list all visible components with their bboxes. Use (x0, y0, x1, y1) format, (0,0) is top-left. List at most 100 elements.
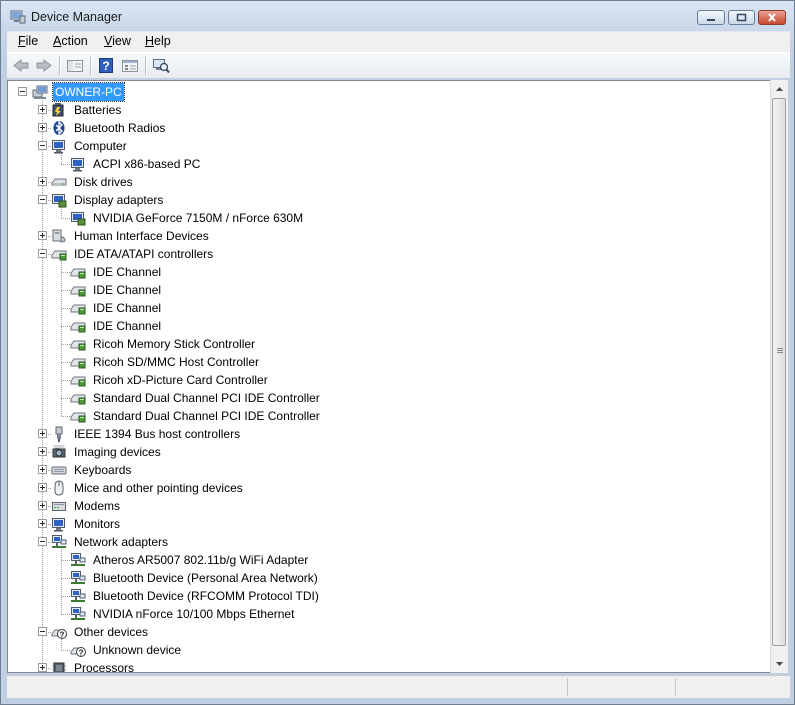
device-unknown-device[interactable]: ? Unknown device (8, 641, 768, 659)
maximize-icon (736, 13, 747, 22)
plus-icon (40, 503, 45, 508)
scroll-down-arrow-icon[interactable] (771, 656, 788, 672)
controller-icon (70, 268, 86, 279)
forward-arrow-icon[interactable] (35, 57, 53, 74)
minus-icon (40, 631, 45, 632)
expand-toggle[interactable] (38, 663, 47, 672)
menu-view[interactable]: View (104, 34, 131, 48)
category-processors[interactable]: Processors (8, 659, 768, 672)
tree-connector-horizontal (61, 344, 70, 345)
device-bluetooth-device-personal-area-network[interactable]: Bluetooth Device (Personal Area Network) (8, 569, 768, 587)
category-batteries[interactable]: Batteries (8, 101, 768, 119)
tree-connector-horizontal (61, 398, 70, 399)
category-network-adapters[interactable]: Network adapters (8, 533, 768, 551)
tree-item-label: Standard Dual Channel PCI IDE Controller (93, 409, 320, 423)
show-hide-console-tree-icon[interactable] (66, 57, 84, 74)
collapse-toggle[interactable] (18, 87, 27, 96)
category-disk-drives[interactable]: Disk drives (8, 173, 768, 191)
controller-icon (70, 394, 86, 405)
device-nvidia-nforce-10-100-mbps-ethernet[interactable]: NVIDIA nForce 10/100 Mbps Ethernet (8, 605, 768, 623)
device-standard-dual-channel-pci-ide-controller[interactable]: Standard Dual Channel PCI IDE Controller (8, 407, 768, 425)
device-ide-channel[interactable]: IDE Channel (8, 281, 768, 299)
category-imaging-devices[interactable]: Imaging devices (8, 443, 768, 461)
properties-icon[interactable] (121, 57, 139, 74)
scroll-up-arrow-icon[interactable] (771, 81, 788, 97)
tree-item-label: Other devices (74, 625, 149, 639)
menu-help[interactable]: Help (145, 34, 171, 48)
category-ide-ata-atapi-controllers[interactable]: IDE ATA/ATAPI controllers (8, 245, 768, 263)
vertical-scrollbar[interactable] (770, 80, 788, 673)
toolbar-separator (145, 56, 147, 75)
tree-item-label: NVIDIA nForce 10/100 Mbps Ethernet (93, 607, 295, 621)
expand-toggle[interactable] (38, 123, 47, 132)
expand-toggle[interactable] (38, 105, 47, 114)
scrollbar-thumb[interactable] (772, 98, 786, 646)
device-standard-dual-channel-pci-ide-controller[interactable]: Standard Dual Channel PCI IDE Controller (8, 389, 768, 407)
category-human-interface-devices[interactable]: Human Interface Devices (8, 227, 768, 245)
minus-icon (40, 145, 45, 146)
expand-toggle[interactable] (38, 465, 47, 474)
category-monitors[interactable]: Monitors (8, 515, 768, 533)
menu-action[interactable]: Action (53, 34, 88, 48)
device-ide-channel[interactable]: IDE Channel (8, 299, 768, 317)
expand-toggle[interactable] (38, 231, 47, 240)
tree-item-label: Monitors (74, 517, 121, 531)
device-ricoh-xd-picture-card-controller[interactable]: Ricoh xD-Picture Card Controller (8, 371, 768, 389)
tree-item-label: IDE Channel (93, 283, 162, 297)
expand-toggle[interactable] (38, 519, 47, 528)
tree-item-label: Keyboards (74, 463, 132, 477)
expand-toggle[interactable] (38, 429, 47, 438)
category-modems[interactable]: Modems (8, 497, 768, 515)
menu-file[interactable]: File (18, 34, 38, 48)
unknown-device-icon: ? (51, 629, 67, 640)
category-mice-and-other-pointing-devices[interactable]: Mice and other pointing devices (8, 479, 768, 497)
status-pane (567, 678, 676, 696)
device-tree[interactable]: OWNER-PC Batteries Bluetooth Radios Compute… (7, 80, 771, 673)
help-icon[interactable]: ? (97, 57, 115, 74)
hid-icon (52, 229, 66, 243)
device-acpi-x86-based-pc[interactable]: ACPI x86-based PC (8, 155, 768, 173)
expand-toggle[interactable] (38, 483, 47, 492)
category-display-adapters[interactable]: Display adapters (8, 191, 768, 209)
computer-icon (32, 85, 48, 99)
collapse-toggle[interactable] (38, 249, 47, 258)
plus-icon (40, 107, 45, 112)
collapse-toggle[interactable] (38, 627, 47, 636)
device-ide-channel[interactable]: IDE Channel (8, 317, 768, 335)
title-bar[interactable]: Device Manager (1, 1, 794, 31)
device-ricoh-sd-mmc-host-controller[interactable]: Ricoh SD/MMC Host Controller (8, 353, 768, 371)
scan-hardware-changes-icon[interactable] (152, 57, 170, 74)
monitor-icon (71, 158, 84, 172)
back-arrow-icon[interactable] (12, 57, 30, 74)
device-ricoh-memory-stick-controller[interactable]: Ricoh Memory Stick Controller (8, 335, 768, 353)
expand-toggle[interactable] (38, 447, 47, 456)
category-other-devices[interactable]: ? Other devices (8, 623, 768, 641)
collapse-toggle[interactable] (38, 141, 47, 150)
category-keyboards[interactable]: Keyboards (8, 461, 768, 479)
controller-icon (70, 304, 86, 315)
expand-toggle[interactable] (38, 177, 47, 186)
tree-connector-horizontal (61, 416, 70, 417)
category-ieee-1394-bus-host-controllers[interactable]: IEEE 1394 Bus host controllers (8, 425, 768, 443)
menu-bar: File Action View Help (7, 31, 790, 52)
close-button[interactable] (758, 10, 786, 25)
tree-connector-horizontal (61, 560, 70, 561)
device-atheros-ar5007-802-11b-g-wifi-adapter[interactable]: Atheros AR5007 802.11b/g WiFi Adapter (8, 551, 768, 569)
expand-toggle[interactable] (38, 501, 47, 510)
collapse-toggle[interactable] (38, 537, 47, 546)
device-ide-channel[interactable]: IDE Channel (8, 263, 768, 281)
device-bluetooth-device-rfcomm-protocol-tdi[interactable]: Bluetooth Device (RFCOMM Protocol TDI) (8, 587, 768, 605)
maximize-button[interactable] (728, 10, 755, 25)
collapse-toggle[interactable] (38, 195, 47, 204)
category-bluetooth-radios[interactable]: Bluetooth Radios (8, 119, 768, 137)
tree-root-computer[interactable]: OWNER-PC (8, 82, 768, 102)
category-computer[interactable]: Computer (8, 137, 768, 155)
network-icon (52, 535, 67, 548)
plus-icon (40, 431, 45, 436)
tree-item-label: Standard Dual Channel PCI IDE Controller (93, 391, 320, 405)
modem-icon (52, 502, 66, 511)
device-nvidia-geforce-7150m-nforce-630m[interactable]: NVIDIA GeForce 7150M / nForce 630M (8, 209, 768, 227)
controller-icon (70, 322, 86, 333)
minimize-button[interactable] (697, 10, 725, 25)
tree-item-label: ACPI x86-based PC (93, 157, 201, 171)
